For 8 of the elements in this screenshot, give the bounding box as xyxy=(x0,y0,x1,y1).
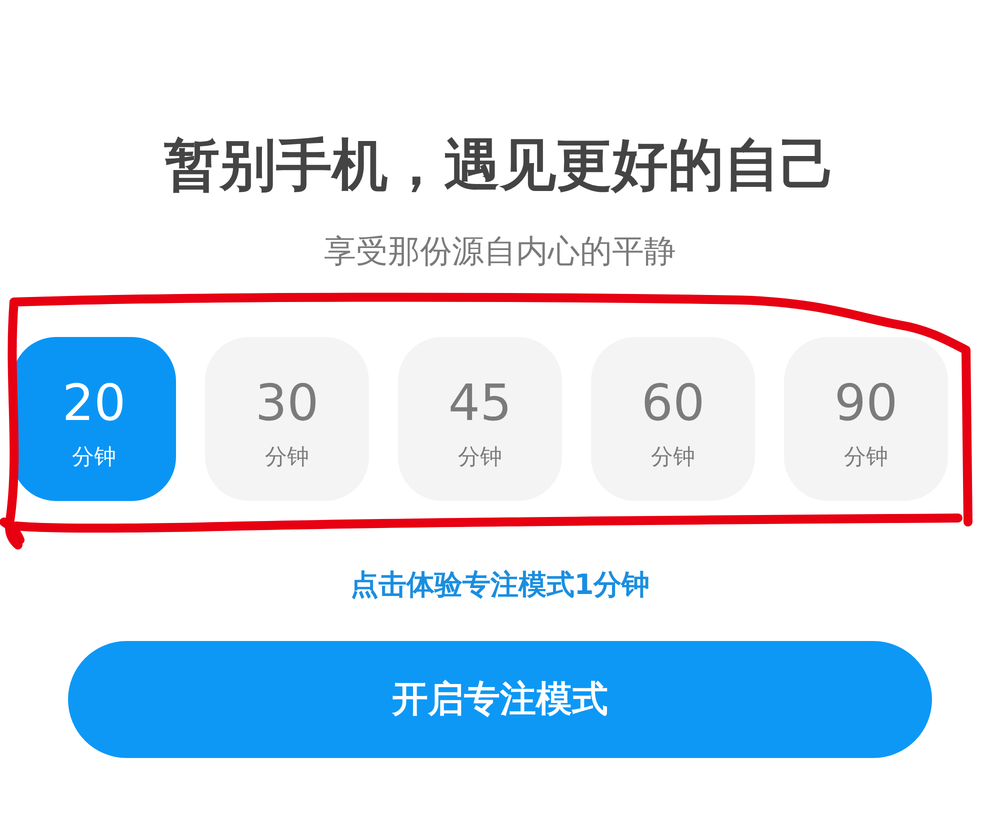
duration-option[interactable]: 90 分钟 xyxy=(784,337,948,501)
trial-link[interactable]: 点击体验专注模式1分钟 xyxy=(350,567,650,603)
page-subtitle: 享受那份源自内心的平静 xyxy=(324,231,676,271)
duration-option[interactable]: 60 分钟 xyxy=(591,337,755,501)
start-button[interactable]: 开启专注模式 xyxy=(68,641,932,758)
duration-option[interactable]: 45 分钟 xyxy=(398,337,562,501)
page-title: 暂别手机，遇见更好的自己 xyxy=(164,132,836,200)
duration-option[interactable]: 30 分钟 xyxy=(205,337,369,501)
